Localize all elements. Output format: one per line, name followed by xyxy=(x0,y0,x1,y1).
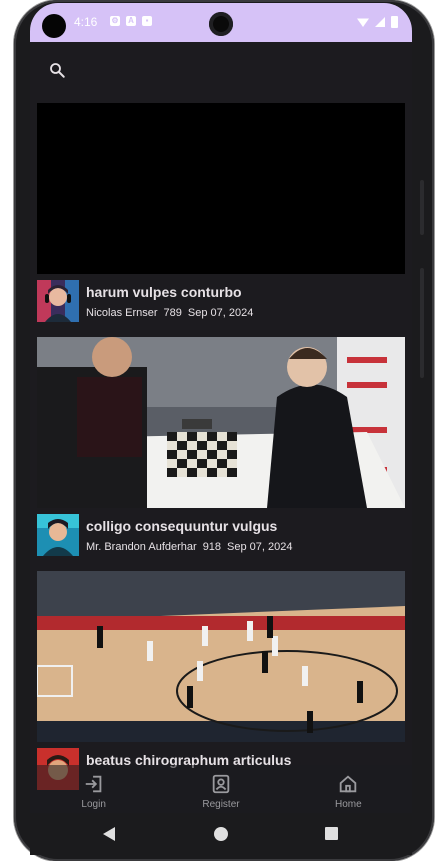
top-app-bar xyxy=(30,53,412,93)
signal-icon xyxy=(375,17,385,27)
sd-card-icon: ▪ xyxy=(142,16,152,26)
nav-item-home[interactable]: Home xyxy=(293,765,403,813)
volume-button xyxy=(420,180,424,235)
video-views: 918 xyxy=(202,541,222,553)
back-icon[interactable] xyxy=(103,827,115,841)
video-author: Nicolas Ernser xyxy=(86,307,158,319)
a-indicator-icon: A xyxy=(126,16,136,26)
front-camera xyxy=(209,12,233,36)
video-thumbnail[interactable] xyxy=(37,103,405,274)
channel-avatar[interactable] xyxy=(37,514,79,556)
channel-avatar[interactable] xyxy=(37,280,79,322)
video-date: Sep 07, 2024 xyxy=(227,541,293,553)
nav-label-login: Login xyxy=(81,799,106,810)
video-author: Mr. Brandon Aufderhar xyxy=(86,541,197,553)
status-time: 4:16 xyxy=(74,15,98,29)
wifi-icon xyxy=(357,18,369,27)
nav-label-register: Register xyxy=(202,799,240,810)
nav-label-home: Home xyxy=(334,799,362,810)
video-meta: Nicolas Ernser 789 Sep 07, 2024 xyxy=(86,307,253,319)
nav-item-login[interactable]: Login xyxy=(39,765,149,813)
video-thumbnail[interactable] xyxy=(37,571,405,742)
bottom-navigation: Login Register Home xyxy=(30,765,412,813)
status-bar: 4:16 ⚙ A ▪ xyxy=(30,3,412,42)
camera-cutout-left xyxy=(42,14,66,38)
app-screen: 4:16 ⚙ A ▪ harum vulpes conturbo Nicolas… xyxy=(30,3,412,813)
search-icon[interactable] xyxy=(48,61,66,79)
battery-icon xyxy=(391,16,398,28)
settings-indicator-icon: ⚙ xyxy=(110,16,120,26)
video-views: 789 xyxy=(163,307,182,319)
nav-item-register[interactable]: Register xyxy=(166,765,276,813)
video-card[interactable]: colligo consequuntur vulgus Mr. Brandon … xyxy=(30,337,412,571)
video-title[interactable]: colligo consequuntur vulgus xyxy=(86,518,277,534)
power-button xyxy=(420,268,424,378)
status-system-icons xyxy=(357,16,398,28)
video-feed: harum vulpes conturbo Nicolas Ernser 789… xyxy=(30,103,412,805)
video-meta: Mr. Brandon Aufderhar 918 Sep 07, 2024 xyxy=(86,541,293,553)
status-indicators: ⚙ A ▪ xyxy=(110,16,152,26)
video-card[interactable]: harum vulpes conturbo Nicolas Ernser 789… xyxy=(30,103,412,337)
home-button-icon[interactable] xyxy=(214,827,228,841)
video-date: Sep 07, 2024 xyxy=(187,307,254,319)
system-navigation-bar xyxy=(30,813,412,855)
video-thumbnail[interactable] xyxy=(37,337,405,508)
home-icon xyxy=(340,775,357,793)
register-icon xyxy=(212,774,230,794)
login-icon xyxy=(85,775,101,793)
video-title[interactable]: harum vulpes conturbo xyxy=(86,284,242,300)
recents-icon[interactable] xyxy=(325,827,338,840)
